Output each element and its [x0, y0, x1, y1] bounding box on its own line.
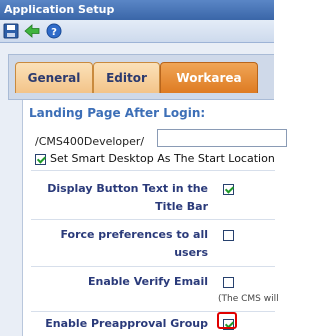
landing-page-input[interactable] — [157, 129, 287, 147]
settings-panel: General Editor Workarea Landing Page Aft… — [0, 43, 287, 336]
back-arrow-icon[interactable] — [24, 23, 40, 39]
force-preferences-label: Force preferences to all users — [60, 228, 208, 259]
workarea-content: Landing Page After Login: /CMS400Develop… — [22, 100, 287, 336]
toolbar: ? — [0, 20, 274, 43]
tab-general[interactable]: General — [15, 62, 93, 93]
window-title: Application Setup — [0, 0, 274, 20]
enable-preapproval-label: Enable Preapproval Group — [45, 317, 208, 330]
divider — [31, 219, 275, 220]
force-preferences-checkbox[interactable] — [223, 230, 234, 241]
smart-desktop-checkbox[interactable] — [35, 153, 46, 165]
divider — [31, 311, 275, 312]
highlight-box — [217, 312, 237, 329]
svg-text:?: ? — [51, 27, 57, 38]
enable-verify-email-label: Enable Verify Email — [88, 275, 208, 288]
enable-verify-email-checkbox[interactable] — [223, 277, 234, 288]
save-icon[interactable] — [3, 23, 19, 39]
tab-strip: General Editor Workarea — [8, 54, 274, 100]
path-prefix-label: /CMS400Developer/ — [35, 135, 145, 148]
smart-desktop-row: Set Smart Desktop As The Start Location — [35, 152, 275, 165]
display-button-text-checkbox[interactable] — [223, 184, 234, 195]
smart-desktop-label: Set Smart Desktop As The Start Location — [50, 152, 275, 165]
landing-page-heading: Landing Page After Login: — [29, 106, 206, 120]
help-icon[interactable]: ? — [46, 23, 62, 39]
divider — [31, 170, 275, 171]
tab-editor[interactable]: Editor — [93, 62, 160, 93]
tab-workarea[interactable]: Workarea — [160, 62, 258, 93]
verify-email-note: (The CMS will — [218, 294, 279, 304]
divider — [31, 266, 275, 267]
display-button-text-label: Display Button Text in the Title Bar — [47, 182, 208, 213]
